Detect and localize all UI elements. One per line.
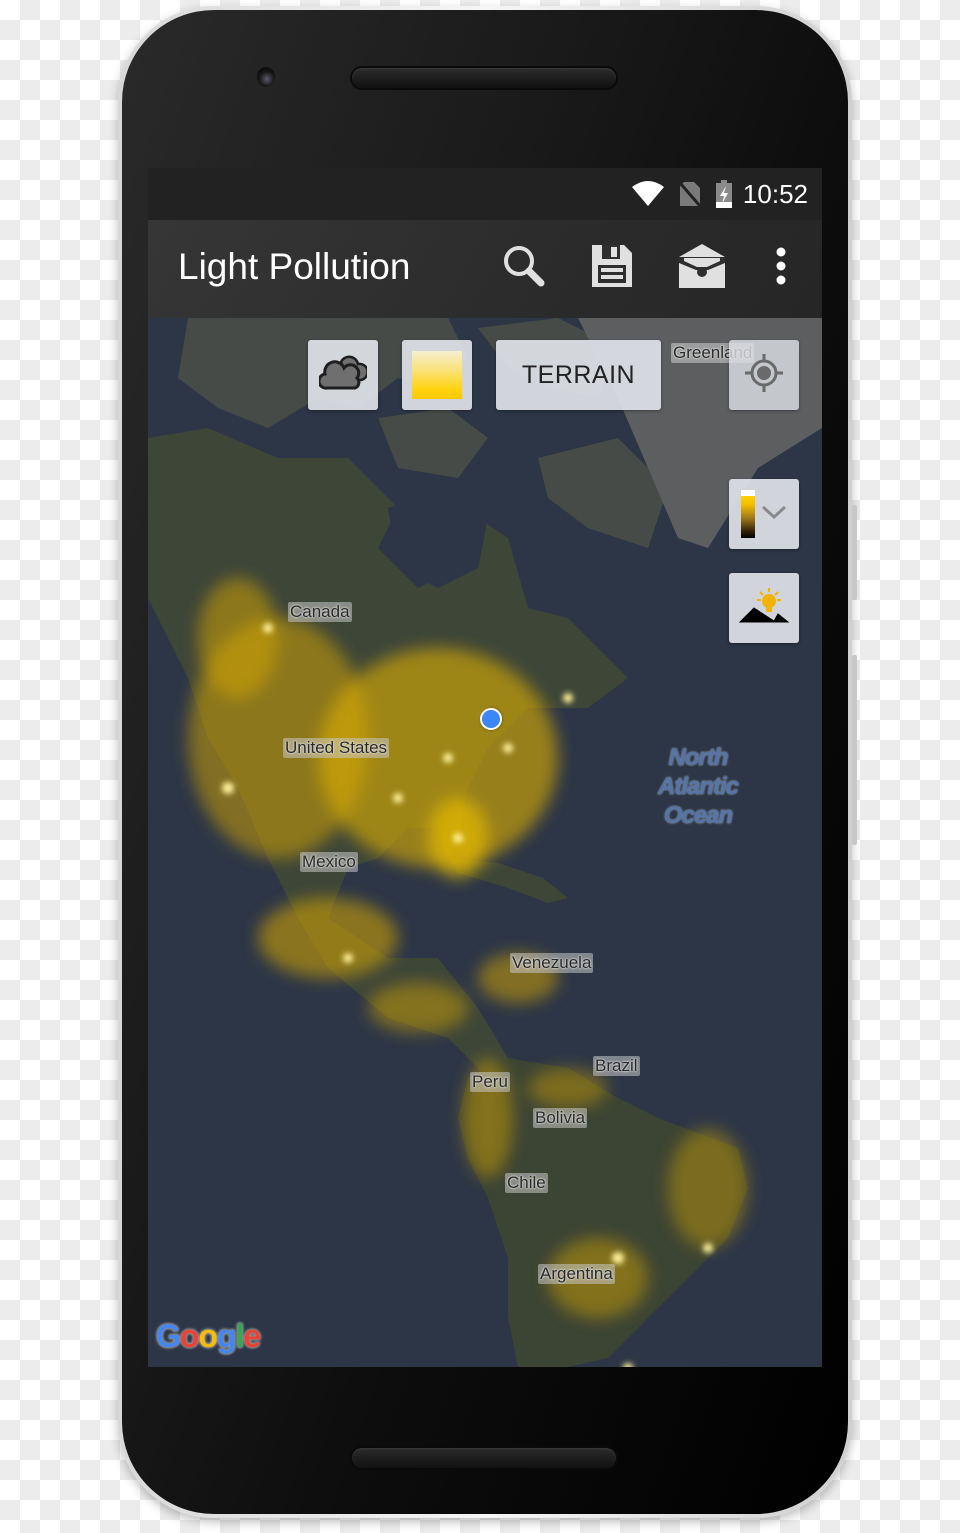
- status-time: 10:52: [742, 178, 808, 209]
- sunrise-landscape-icon: [738, 586, 790, 631]
- current-location-marker[interactable]: [480, 708, 502, 730]
- map-view[interactable]: Greenland Canada United States Mexico Ve…: [148, 318, 822, 1367]
- google-attribution-logo: Google: [156, 1318, 261, 1355]
- wifi-icon: [631, 181, 665, 207]
- chevron-down-icon: [761, 504, 787, 525]
- map-label-brazil: Brazil: [593, 1056, 640, 1076]
- light-scale-legend-icon: [741, 490, 755, 538]
- overlay-toggle-button[interactable]: [402, 340, 472, 410]
- map-label-chile: Chile: [505, 1173, 548, 1193]
- no-sim-icon: [678, 181, 701, 207]
- bottom-speaker: [352, 1448, 616, 1468]
- map-label-north-atlantic-ocean: North Atlantic Ocean: [658, 743, 739, 830]
- map-type-label: TERRAIN: [521, 360, 636, 389]
- google-logo-letter: G: [156, 1318, 181, 1354]
- front-camera: [257, 67, 275, 87]
- overlay-gradient-icon: [412, 351, 462, 399]
- phone-volume-button: [852, 655, 857, 845]
- map-label-bolivia: Bolivia: [533, 1108, 588, 1128]
- google-logo-letter: o: [198, 1318, 218, 1354]
- map-label-peru: Peru: [470, 1072, 510, 1092]
- status-bar: 10:52: [148, 168, 822, 220]
- save-button[interactable]: [586, 242, 638, 294]
- phone-screen: 10:52 Light Pollution Greenland Canada U…: [148, 168, 822, 1367]
- clouds-button[interactable]: [308, 340, 378, 410]
- map-type-button[interactable]: TERRAIN: [496, 340, 661, 410]
- legend-button[interactable]: [729, 479, 799, 549]
- map-label-mexico: Mexico: [300, 852, 358, 872]
- map-base-layer: [148, 318, 822, 1367]
- google-logo-letter: o: [179, 1318, 200, 1354]
- map-label-venezuela: Venezuela: [510, 953, 594, 973]
- horizon-button[interactable]: [729, 573, 799, 643]
- toolbox-icon: [678, 243, 726, 294]
- earpiece-speaker: [352, 68, 616, 88]
- google-logo-letter: g: [216, 1318, 237, 1354]
- more-vert-icon: [775, 247, 787, 290]
- map-label-canada: Canada: [288, 602, 352, 622]
- battery-charging-icon: [715, 180, 733, 208]
- ocean-label-line: Atlantic: [658, 773, 739, 800]
- cloud-icon: [317, 354, 369, 397]
- map-label-argentina: Argentina: [538, 1264, 615, 1284]
- more-options-button[interactable]: [756, 242, 806, 294]
- search-icon: [501, 243, 547, 294]
- my-location-button[interactable]: [729, 340, 799, 410]
- google-logo-letter: e: [243, 1318, 261, 1354]
- phone-power-button: [852, 505, 857, 600]
- google-logo-text: Google: [156, 1318, 261, 1354]
- save-icon: [590, 243, 634, 294]
- map-label-united-states: United States: [283, 738, 390, 758]
- ocean-label-line: Ocean: [663, 802, 733, 829]
- crosshair-icon: [744, 353, 784, 398]
- toolbox-button[interactable]: [676, 242, 728, 294]
- app-toolbar: Light Pollution: [148, 220, 822, 318]
- ocean-label-line: North: [668, 744, 729, 771]
- search-button[interactable]: [498, 242, 550, 294]
- app-title: Light Pollution: [178, 246, 411, 287]
